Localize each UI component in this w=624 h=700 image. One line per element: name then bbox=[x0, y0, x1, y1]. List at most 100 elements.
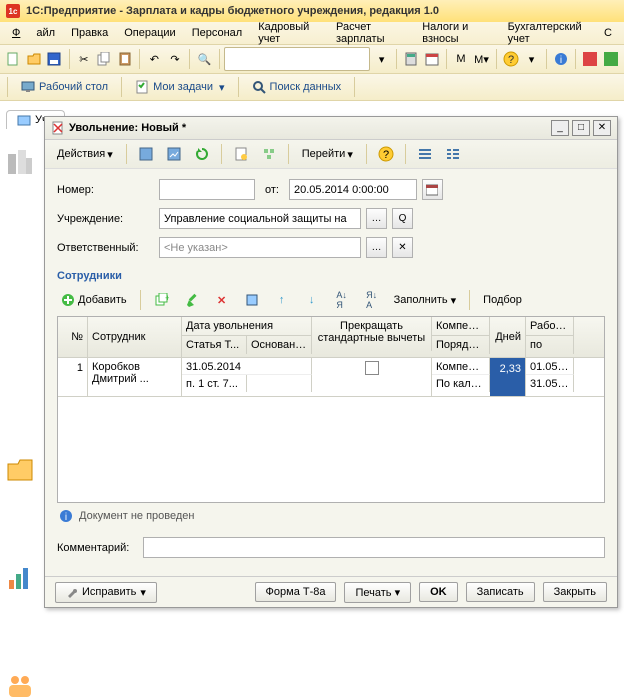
org-input[interactable]: Управление социальной защиты на bbox=[159, 208, 361, 229]
grid-body[interactable]: 1 Коробков Дмитрий ... 31.05.2014 п. 1 с… bbox=[58, 358, 604, 502]
col-calc-order[interactable]: Порядок р... bbox=[432, 336, 490, 354]
desk-chart-icon[interactable] bbox=[6, 564, 34, 592]
desk-folder-icon[interactable] bbox=[6, 456, 34, 484]
days-cell-selected[interactable]: 2,33 bbox=[490, 358, 526, 396]
org-select-button[interactable]: … bbox=[366, 208, 387, 229]
col-article[interactable]: Статья Т... bbox=[182, 336, 247, 354]
col-employee[interactable]: Сотрудник bbox=[88, 317, 182, 357]
svg-text:?: ? bbox=[508, 54, 514, 66]
dialog-footer: Исправить ▾ Форма Т-8а Печать ▾ OK Запис… bbox=[45, 576, 617, 607]
repost-icon[interactable] bbox=[162, 142, 186, 166]
post-icon[interactable] bbox=[134, 142, 158, 166]
move-down-icon[interactable]: ↓ bbox=[300, 288, 324, 312]
main-toolbar: ✂ ↶ ↷ 🔍 ▾ M M▾ ? ▾ i bbox=[0, 45, 624, 74]
menu-payroll[interactable]: Расчет зарплаты bbox=[328, 19, 414, 47]
open-icon[interactable] bbox=[25, 47, 44, 71]
delete-row-icon[interactable]: ✕ bbox=[210, 288, 234, 312]
undo-icon[interactable]: ↶ bbox=[145, 47, 164, 71]
menu-operations[interactable]: Операции bbox=[116, 25, 183, 41]
new-icon[interactable] bbox=[4, 47, 23, 71]
mytasks-link[interactable]: Мои задачи▾ bbox=[127, 78, 232, 96]
org-open-button[interactable]: Q bbox=[392, 208, 413, 229]
status-text: Документ не проведен bbox=[79, 510, 195, 522]
app1-icon[interactable] bbox=[581, 47, 600, 71]
copy-icon[interactable] bbox=[95, 47, 114, 71]
menu-file[interactable]: ФФайлайл bbox=[4, 25, 63, 41]
search-data-link[interactable]: Поиск данных bbox=[244, 78, 350, 96]
desk-people-icon[interactable] bbox=[6, 672, 34, 700]
date-input[interactable]: 20.05.2014 0:00:00 bbox=[289, 179, 417, 200]
desktop-link[interactable]: Рабочий стол bbox=[13, 78, 116, 96]
structure-icon[interactable] bbox=[257, 142, 281, 166]
ok-button[interactable]: OK bbox=[419, 582, 458, 602]
goto-menu[interactable]: Перейти ▾ bbox=[296, 146, 359, 163]
employees-grid: № Сотрудник Дата увольнения Статья Т... … bbox=[57, 316, 605, 503]
menu-taxes[interactable]: Налоги и взносы bbox=[414, 19, 499, 47]
desk-buildings-icon[interactable] bbox=[6, 148, 34, 176]
col-days[interactable]: Дней bbox=[490, 317, 526, 357]
help2-icon[interactable]: ? bbox=[374, 142, 398, 166]
edit-row-icon[interactable] bbox=[180, 288, 204, 312]
end-edit-icon[interactable] bbox=[240, 288, 264, 312]
col-compensation[interactable]: Компенса... bbox=[432, 317, 490, 336]
style-icon[interactable]: M bbox=[452, 47, 471, 71]
style2-icon[interactable]: M▾ bbox=[472, 47, 491, 71]
app2-icon[interactable] bbox=[601, 47, 620, 71]
resp-input[interactable]: <Не указан> bbox=[159, 237, 361, 258]
close-dialog-button[interactable]: Закрыть bbox=[543, 582, 607, 602]
report-icon[interactable] bbox=[229, 142, 253, 166]
date-picker-button[interactable] bbox=[422, 179, 443, 200]
menu-more[interactable]: С bbox=[596, 25, 620, 41]
dismissal-dialog: Увольнение: Новый * _ □ ✕ Действия ▾ Пер… bbox=[44, 116, 618, 608]
menu-edit[interactable]: Правка bbox=[63, 25, 116, 41]
sort-desc-icon[interactable]: Я↓A bbox=[360, 288, 384, 312]
col-stop-deductions[interactable]: Прекращать стандартные вычеты bbox=[312, 317, 432, 351]
quick-search-input[interactable] bbox=[224, 47, 370, 71]
form-t8a-button[interactable]: Форма Т-8а bbox=[255, 582, 337, 602]
fix-button[interactable]: Исправить ▾ bbox=[55, 582, 157, 603]
number-input[interactable] bbox=[159, 179, 255, 200]
stop-deductions-checkbox[interactable] bbox=[312, 358, 432, 396]
pick-button[interactable]: Подбор bbox=[479, 292, 526, 308]
add-row-button[interactable]: Добавить bbox=[57, 291, 131, 309]
menu-accounting[interactable]: Бухгалтерский учет bbox=[500, 19, 596, 47]
col-to[interactable]: по bbox=[526, 336, 574, 354]
col-n[interactable]: № bbox=[58, 317, 88, 357]
comment-input[interactable] bbox=[143, 537, 605, 558]
save-icon[interactable] bbox=[45, 47, 64, 71]
paste-icon[interactable] bbox=[116, 47, 135, 71]
search-icon bbox=[252, 80, 266, 94]
fill-menu[interactable]: Заполнить ▾ bbox=[390, 292, 461, 309]
info-icon[interactable]: i bbox=[552, 47, 571, 71]
col-dismissal-date[interactable]: Дата увольнения bbox=[182, 317, 312, 336]
resp-select-button[interactable]: … bbox=[366, 237, 387, 258]
list-icon[interactable] bbox=[413, 142, 437, 166]
redo-icon[interactable]: ↷ bbox=[166, 47, 185, 71]
refresh-icon[interactable] bbox=[190, 142, 214, 166]
actions-menu[interactable]: Действия ▾ bbox=[51, 146, 119, 163]
table-row[interactable]: 1 Коробков Дмитрий ... 31.05.2014 п. 1 с… bbox=[58, 358, 604, 397]
move-up-icon[interactable]: ↑ bbox=[270, 288, 294, 312]
col-basis[interactable]: Основание bbox=[247, 336, 312, 354]
menu-personnel[interactable]: Персонал bbox=[184, 25, 251, 41]
help-icon[interactable]: ? bbox=[502, 47, 521, 71]
maximize-button[interactable]: □ bbox=[572, 120, 590, 136]
help-dropdown-icon[interactable]: ▾ bbox=[522, 47, 541, 71]
copy-row-icon[interactable]: + bbox=[150, 288, 174, 312]
close-button[interactable]: ✕ bbox=[593, 120, 611, 136]
resp-clear-button[interactable]: ✕ bbox=[392, 237, 413, 258]
find-icon[interactable]: 🔍 bbox=[195, 47, 214, 71]
link-bar: Рабочий стол Мои задачи▾ Поиск данных bbox=[0, 74, 624, 101]
sort-asc-icon[interactable]: A↓Я bbox=[330, 288, 354, 312]
list2-icon[interactable] bbox=[441, 142, 465, 166]
calendar-icon[interactable] bbox=[422, 47, 441, 71]
save-button[interactable]: Записать bbox=[466, 582, 535, 602]
menu-hr[interactable]: Кадровый учет bbox=[250, 19, 328, 47]
calc-icon[interactable] bbox=[402, 47, 421, 71]
search-dropdown-icon[interactable]: ▾ bbox=[372, 47, 391, 71]
col-work-period[interactable]: Рабочи... bbox=[526, 317, 574, 336]
cut-icon[interactable]: ✂ bbox=[75, 47, 94, 71]
svg-text:?: ? bbox=[383, 149, 389, 161]
minimize-button[interactable]: _ bbox=[551, 120, 569, 136]
print-button[interactable]: Печать ▾ bbox=[344, 582, 411, 603]
